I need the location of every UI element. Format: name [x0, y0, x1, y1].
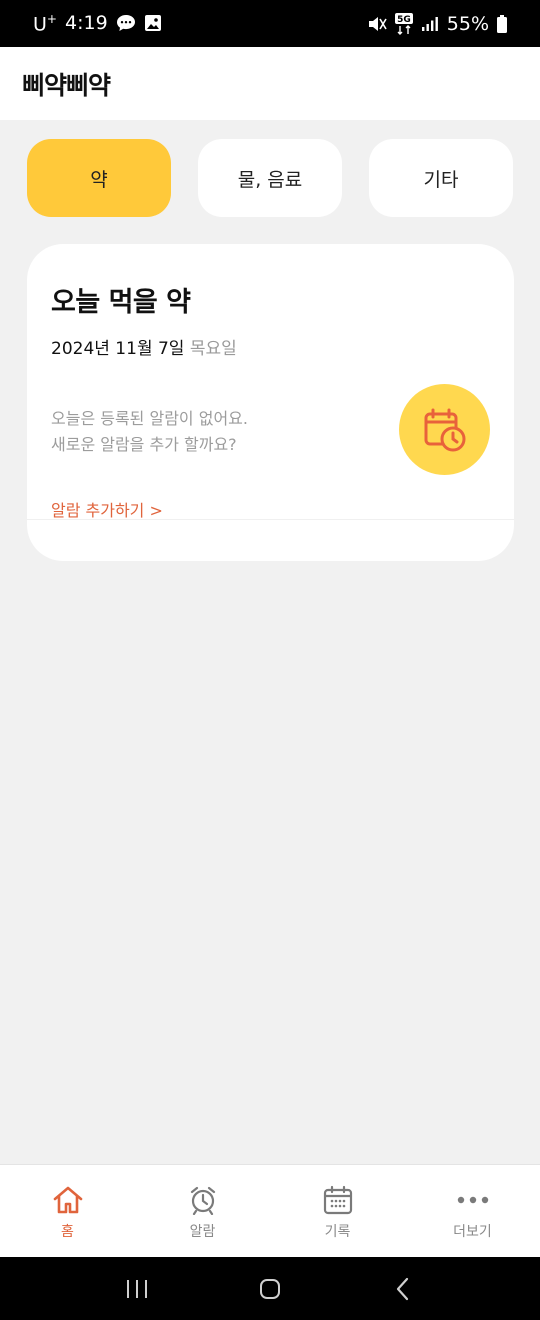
mute-icon: [367, 15, 387, 33]
add-alarm-link[interactable]: 알람 추가하기 >: [51, 497, 163, 521]
more-icon: [456, 1185, 490, 1215]
weekday-text: 목요일: [189, 339, 237, 359]
nav-alarm[interactable]: 알람: [135, 1165, 270, 1257]
system-navigation-bar: [0, 1257, 540, 1320]
recent-apps-button[interactable]: [117, 1269, 157, 1309]
home-icon: [52, 1185, 84, 1215]
nav-alarm-label: 알람: [189, 1224, 216, 1240]
clock: 4:19: [64, 12, 108, 35]
card-title: 오늘 먹을 약: [51, 287, 191, 318]
message-line-2: 새로운 알람을 추가 할까요?: [51, 435, 237, 454]
message-line-1: 오늘은 등록된 알람이 없어요.: [51, 409, 248, 428]
tab-etc[interactable]: 기타: [369, 139, 513, 217]
calendar-clock-icon: [399, 384, 490, 475]
nav-records-label: 기록: [324, 1224, 351, 1240]
card-date: 2024년 11월 7일 목요일: [51, 334, 237, 359]
nav-more[interactable]: 더보기: [405, 1165, 540, 1257]
category-tabs: 약 물, 음료 기타: [27, 139, 513, 217]
gallery-icon: [144, 14, 162, 32]
calendar-icon: [323, 1185, 353, 1215]
status-bar: U+ 4:19 5G 55%: [0, 0, 540, 47]
tab-water-drinks[interactable]: 물, 음료: [198, 139, 342, 217]
today-medicine-card: 오늘 먹을 약 2024년 11월 7일 목요일 오늘은 등록된 알람이 없어요…: [27, 244, 514, 561]
home-button[interactable]: [250, 1269, 290, 1309]
date-text: 2024년 11월 7일: [51, 339, 185, 359]
signal-icon: [421, 16, 439, 32]
nav-home[interactable]: 홈: [0, 1165, 135, 1257]
battery-icon: [497, 14, 507, 33]
status-bar-right: 5G 55%: [367, 12, 507, 35]
nav-records[interactable]: 기록: [270, 1165, 405, 1257]
chat-bubble-icon: [116, 14, 136, 32]
nav-more-label: 더보기: [453, 1224, 492, 1240]
card-divider: [27, 519, 514, 520]
app-title: 삐약삐약: [22, 70, 111, 100]
tab-medicine[interactable]: 약: [27, 139, 171, 217]
network-5g-icon: 5G: [394, 12, 413, 35]
bottom-navigation: 홈 알람 기록 더보기: [0, 1164, 540, 1257]
nav-home-label: 홈: [61, 1224, 74, 1240]
svg-text:5G: 5G: [397, 15, 411, 25]
app-bar: 삐약삐약: [0, 47, 540, 120]
carrier-label: U+: [33, 11, 57, 36]
alarm-clock-icon: [188, 1185, 218, 1215]
empty-alarm-message: 오늘은 등록된 알람이 없어요. 새로운 알람을 추가 할까요?: [51, 406, 248, 458]
back-button[interactable]: [383, 1269, 423, 1309]
battery-percent: 55%: [446, 12, 489, 35]
status-bar-left: U+ 4:19: [33, 12, 162, 35]
